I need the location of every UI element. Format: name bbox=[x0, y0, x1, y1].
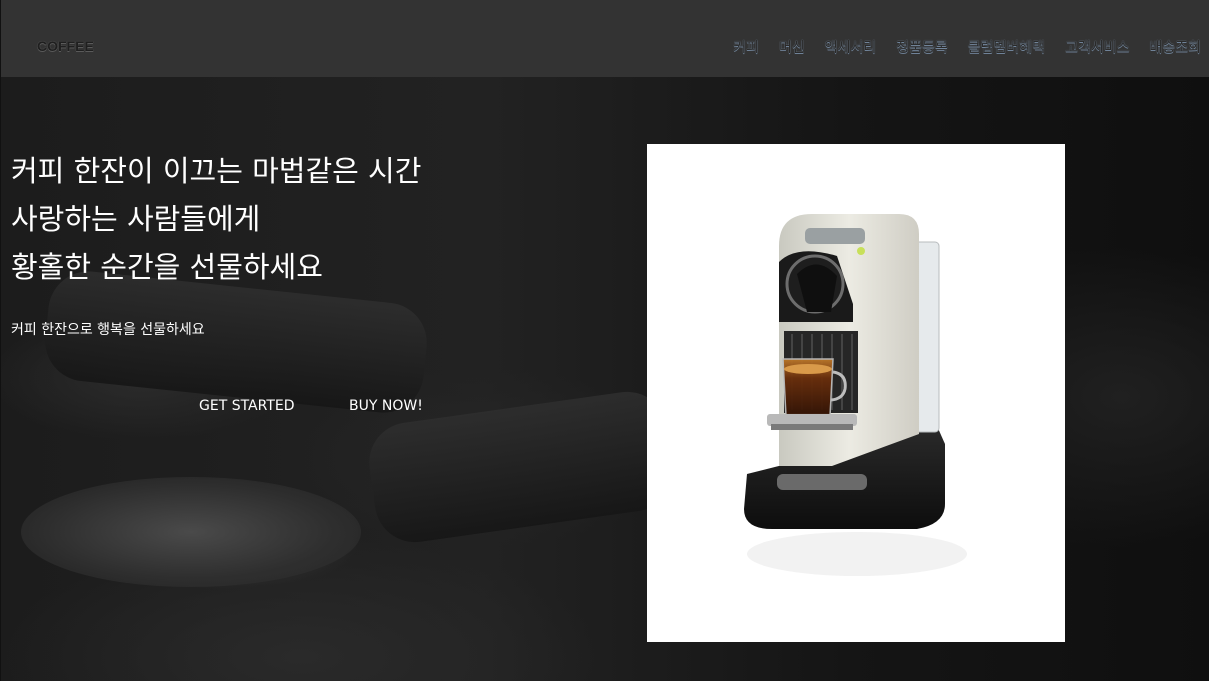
headline-line-1: 커피 한잔이 이끄는 마법같은 시간 bbox=[11, 154, 422, 188]
get-started-button[interactable]: GET STARTED bbox=[199, 398, 295, 414]
page: COFFEE 커피 머신 액세서리 정품등록 클럽멤버혜택 고객서비스 배송조회… bbox=[0, 0, 1209, 681]
headline-line-2: 사랑하는 사람들에게 bbox=[11, 202, 261, 236]
main-nav: 커피 머신 액세서리 정품등록 클럽멤버혜택 고객서비스 배송조회 bbox=[733, 37, 1201, 57]
nav-item-club-benefits[interactable]: 클럽멤버혜택 bbox=[968, 37, 1045, 57]
product-image bbox=[647, 144, 1065, 642]
nav-item-accessory[interactable]: 액세서리 bbox=[825, 37, 877, 57]
headline-line-3: 황홀한 순간을 선물하세요 bbox=[11, 250, 323, 284]
espresso-machine-illustration bbox=[744, 214, 967, 576]
buy-now-button[interactable]: BUY NOW! bbox=[349, 398, 423, 414]
hero-subline: 커피 한잔으로 행복을 선물하세요 bbox=[11, 322, 205, 338]
nav-item-delivery-tracking[interactable]: 배송조회 bbox=[1149, 37, 1201, 57]
nav-item-customer-service[interactable]: 고객서비스 bbox=[1065, 37, 1129, 57]
logo[interactable]: COFFEE bbox=[37, 38, 94, 54]
nav-item-registration[interactable]: 정품등록 bbox=[896, 37, 948, 57]
nav-item-machine[interactable]: 머신 bbox=[779, 37, 805, 57]
site-header: COFFEE 커피 머신 액세서리 정품등록 클럽멤버혜택 고객서비스 배송조회 bbox=[0, 0, 1209, 77]
background-tamper-plate bbox=[21, 477, 361, 587]
hero-headline: 커피 한잔이 이끄는 마법같은 시간 사랑하는 사람들에게 황홀한 순간을 선물… bbox=[11, 147, 571, 291]
nav-item-coffee[interactable]: 커피 bbox=[733, 37, 759, 57]
